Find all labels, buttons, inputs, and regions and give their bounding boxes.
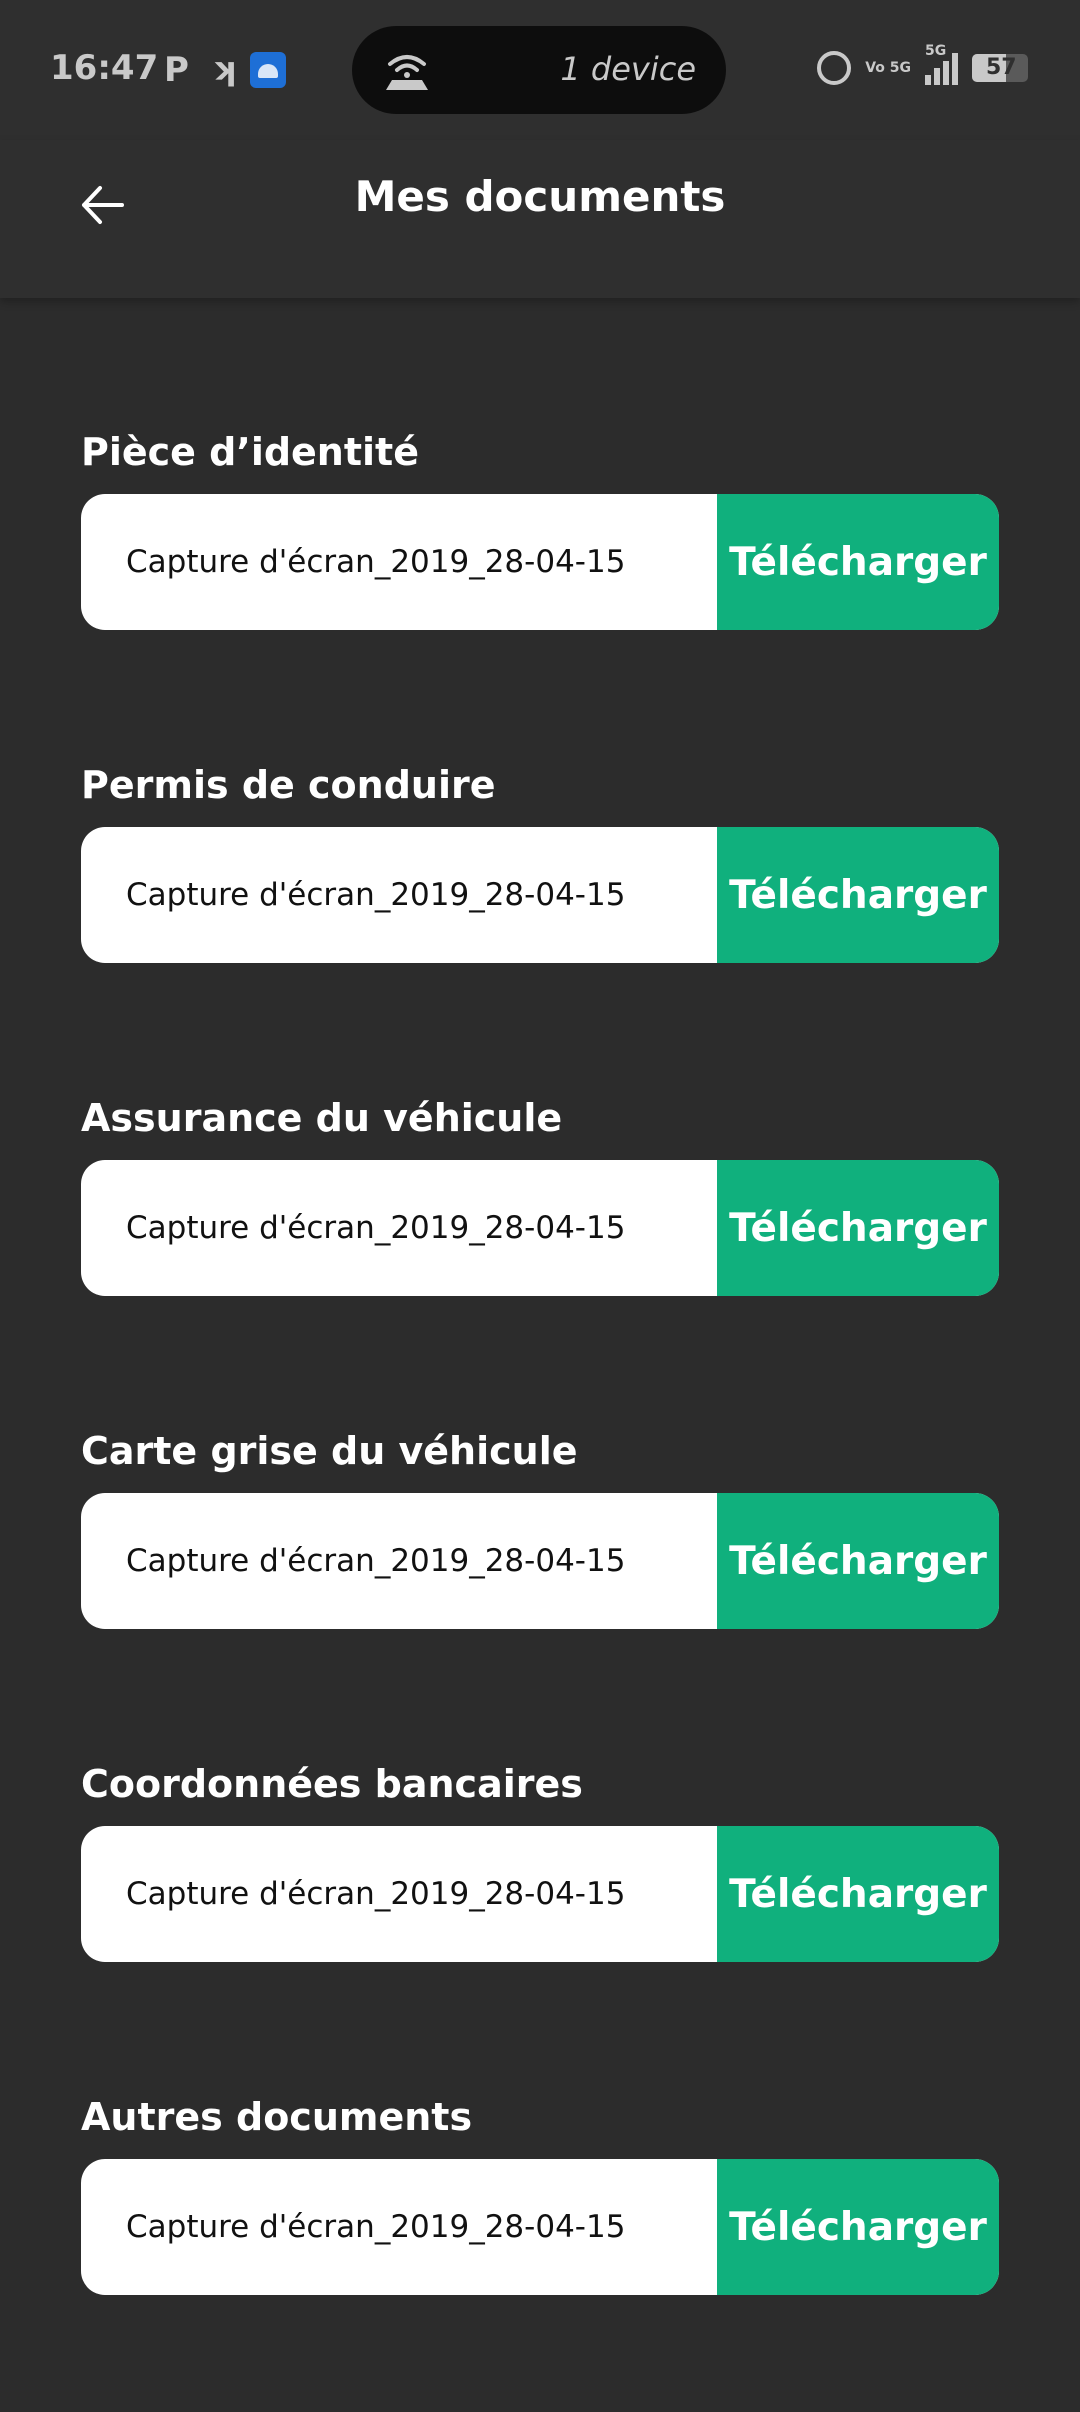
battery-level: 57 xyxy=(986,55,1017,80)
page-title: Mes documents xyxy=(354,172,726,221)
app-header: Mes documents xyxy=(0,140,1080,298)
file-name: Capture d'écran_2019_28-04-15 xyxy=(126,2209,626,2245)
doc-section-other: Autres documents Capture d'écran_2019_28… xyxy=(81,2085,999,2295)
doc-section-license: Permis de conduire Capture d'écran_2019_… xyxy=(81,753,999,963)
file-name: Capture d'écran_2019_28-04-15 xyxy=(126,544,626,580)
file-name: Capture d'écran_2019_28-04-15 xyxy=(126,1876,626,1912)
doc-section-insurance: Assurance du véhicule Capture d'écran_20… xyxy=(81,1086,999,1296)
doc-row: Capture d'écran_2019_28-04-15 Télécharge… xyxy=(81,1160,999,1296)
upload-button[interactable]: Télécharger xyxy=(717,827,999,963)
battery-icon: 57 xyxy=(972,54,1028,82)
volte-icon: Vo 5G xyxy=(865,59,911,76)
doc-row: Capture d'écran_2019_28-04-15 Télécharge… xyxy=(81,827,999,963)
section-label: Coordonnées bancaires xyxy=(81,1762,583,1806)
section-label: Pièce d’identité xyxy=(81,430,419,474)
section-label: Autres documents xyxy=(81,2095,473,2139)
doc-row: Capture d'écran_2019_28-04-15 Télécharge… xyxy=(81,494,999,630)
section-label: Permis de conduire xyxy=(81,763,496,807)
section-label: Carte grise du véhicule xyxy=(81,1429,578,1473)
signal-icon: 5G xyxy=(925,43,958,85)
file-name: Capture d'écran_2019_28-04-15 xyxy=(126,877,626,913)
doc-row: Capture d'écran_2019_28-04-15 Télécharge… xyxy=(81,1826,999,1962)
upload-button[interactable]: Télécharger xyxy=(717,2159,999,2295)
upload-button[interactable]: Télécharger xyxy=(717,1493,999,1629)
status-right-icons: Vo 5G 5G 57 xyxy=(817,43,1028,88)
android-icon xyxy=(250,52,286,88)
p-icon: P xyxy=(164,50,189,90)
signal-label: 5G xyxy=(925,43,947,59)
upload-button[interactable]: Télécharger xyxy=(717,1826,999,1962)
pill-label: 1 device xyxy=(560,50,696,88)
doc-row: Capture d'écran_2019_28-04-15 Télécharge… xyxy=(81,1493,999,1629)
alarm-icon xyxy=(817,51,852,85)
k-icon: ʞ xyxy=(212,50,236,88)
doc-section-bank: Coordonnées bancaires Capture d'écran_20… xyxy=(81,1752,999,1962)
file-name: Capture d'écran_2019_28-04-15 xyxy=(126,1210,626,1246)
upload-button[interactable]: Télécharger xyxy=(717,1160,999,1296)
status-bar: 16:47 P ʞ 1 device Vo 5G 5G 57 xyxy=(0,0,1080,140)
status-time: 16:47 xyxy=(50,48,159,88)
doc-section-identity: Pièce d’identité Capture d'écran_2019_28… xyxy=(81,420,999,630)
file-name: Capture d'écran_2019_28-04-15 xyxy=(126,1543,626,1579)
upload-button[interactable]: Télécharger xyxy=(717,494,999,630)
device-pill[interactable]: 1 device xyxy=(352,26,726,114)
doc-section-registration: Carte grise du véhicule Capture d'écran_… xyxy=(81,1419,999,1629)
section-label: Assurance du véhicule xyxy=(81,1096,563,1140)
hotspot-icon xyxy=(386,55,428,90)
doc-row: Capture d'écran_2019_28-04-15 Télécharge… xyxy=(81,2159,999,2295)
